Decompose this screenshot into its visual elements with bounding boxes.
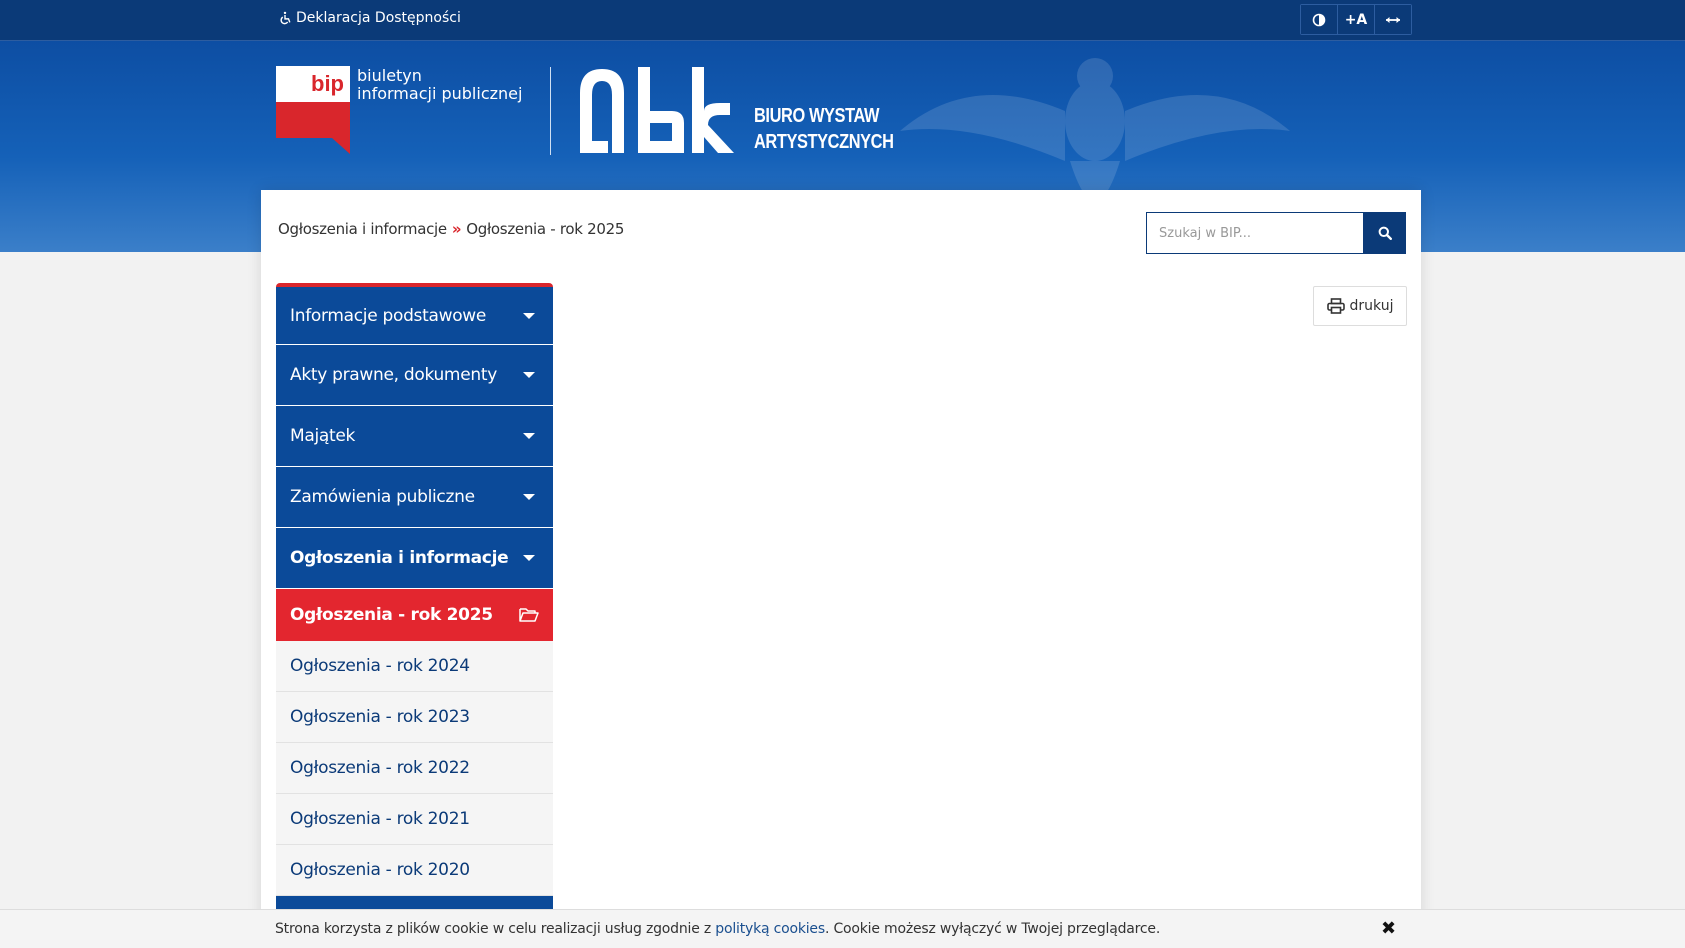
submenu-item-ogloszenia-2021[interactable]: Ogłoszenia - rok 2021 [276, 794, 553, 845]
arrows-horizontal-icon [1386, 16, 1400, 23]
menu-item-zamowienia-publiczne[interactable]: Zamówienia publiczne [276, 467, 553, 528]
sidebar-menu: Informacje podstawowe Akty prawne, dokum… [276, 283, 553, 926]
submenu-item-label: Ogłoszenia - rok 2025 [290, 605, 493, 625]
caret-down-icon [523, 555, 535, 561]
breadcrumb-item-ogloszenia-2025[interactable]: Ogłoszenia - rok 2025 [466, 220, 624, 238]
bip-title-line1: biuletyn [357, 66, 422, 85]
search-icon [1378, 226, 1392, 240]
accessibility-tools: +A [1300, 4, 1412, 35]
contrast-button[interactable] [1301, 5, 1338, 34]
obk-title-line1: BIURO WYSTAW [754, 105, 880, 127]
cookie-policy-link[interactable]: polityką cookies [715, 921, 825, 937]
menu-item-label: Majątek [290, 426, 356, 446]
obk-title-line2: ARTYSTYCZNYCH [754, 131, 894, 153]
submenu-item-ogloszenia-2022[interactable]: Ogłoszenia - rok 2022 [276, 743, 553, 794]
breadcrumb-separator: » [451, 220, 462, 238]
wheelchair-icon [280, 11, 291, 25]
submenu-item-ogloszenia-2023[interactable]: Ogłoszenia - rok 2023 [276, 692, 553, 743]
header-divider [550, 67, 551, 155]
accessibility-declaration-label: Deklaracja Dostępności [296, 10, 461, 26]
breadcrumb: Ogłoszenia i informacje » Ogłoszenia - r… [278, 220, 624, 238]
caret-down-icon [523, 433, 535, 439]
menu-item-ogloszenia-i-informacje[interactable]: Ogłoszenia i informacje [276, 528, 553, 589]
menu-item-akty-prawne[interactable]: Akty prawne, dokumenty [276, 345, 553, 406]
close-icon[interactable]: ✖ [1381, 918, 1396, 939]
search-button[interactable] [1363, 212, 1406, 254]
menu-item-label: Ogłoszenia i informacje [290, 548, 509, 568]
print-label: drukuj [1349, 298, 1394, 314]
font-size-button[interactable]: +A [1338, 5, 1375, 34]
folder-open-icon [519, 608, 539, 622]
submenu-item-ogloszenia-2020[interactable]: Ogłoszenia - rok 2020 [276, 845, 553, 896]
menu-item-label: Zamówienia publiczne [290, 487, 475, 507]
cookie-banner: Strona korzysta z plików cookie w celu r… [0, 909, 1685, 948]
bip-title-line2: informacji publicznej [357, 84, 523, 103]
contrast-icon [1312, 13, 1326, 26]
main-content: Ogłoszenia i informacje » Ogłoszenia - r… [261, 190, 1421, 948]
breadcrumb-item-ogloszenia-i-informacje[interactable]: Ogłoszenia i informacje [278, 220, 447, 238]
menu-item-label: Informacje podstawowe [290, 305, 487, 326]
bip-logo-text: bip [311, 71, 344, 96]
cookie-text-after: . Cookie możesz wyłączyć w Twojej przegl… [824, 921, 1161, 937]
font-size-icon: +A [1344, 11, 1368, 28]
caret-down-icon [523, 312, 535, 319]
printer-icon [1326, 298, 1345, 314]
accessibility-declaration-link[interactable]: Deklaracja Dostępności [278, 10, 461, 26]
cookie-text-before: Strona korzysta z plików cookie w celu r… [275, 921, 716, 937]
width-toggle-button[interactable] [1375, 5, 1411, 34]
search-input[interactable] [1146, 212, 1364, 254]
menu-item-label: Akty prawne, dokumenty [290, 365, 497, 385]
obk-title: BIURO WYSTAW ARTYSTYCZNYCH [754, 103, 894, 155]
caret-down-icon [523, 372, 535, 378]
menu-item-informacje-podstawowe[interactable]: Informacje podstawowe [276, 287, 553, 345]
caret-down-icon [523, 494, 535, 500]
menu-item-majatek[interactable]: Majątek [276, 406, 553, 467]
search-form [1146, 212, 1406, 254]
print-button[interactable]: drukuj [1313, 286, 1407, 326]
bip-title: biuletyn informacji publicznej [357, 67, 522, 103]
top-bar: Deklaracja Dostępności +A [0, 0, 1685, 41]
bip-logo[interactable]: bip [276, 66, 354, 156]
submenu-item-ogloszenia-2025[interactable]: Ogłoszenia - rok 2025 [276, 589, 553, 641]
submenu-item-ogloszenia-2024[interactable]: Ogłoszenia - rok 2024 [276, 641, 553, 692]
obk-logo[interactable] [580, 67, 740, 155]
cookie-message: Strona korzysta z plików cookie w celu r… [275, 921, 1160, 937]
